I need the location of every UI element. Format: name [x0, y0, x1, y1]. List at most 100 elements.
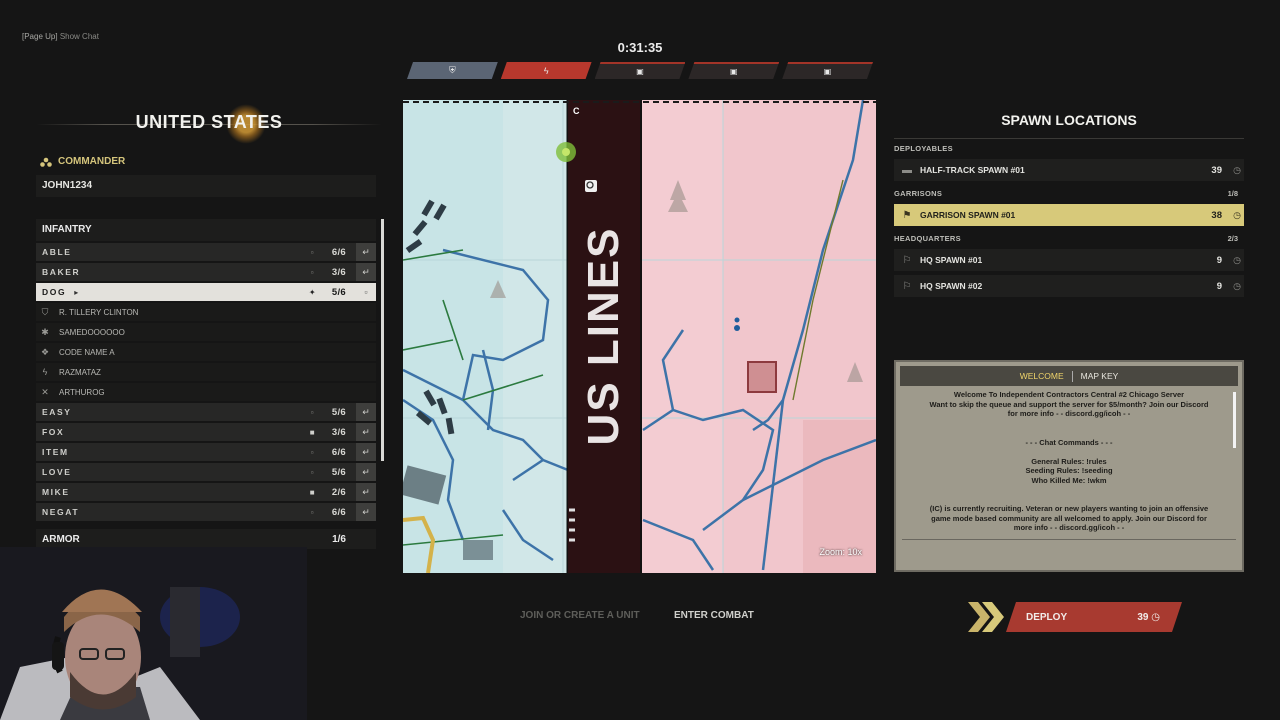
show-chat-hint: [Page Up] Show Chat	[22, 32, 99, 41]
squad-row-negat[interactable]: NEGAT ▫ 6/6 ↵	[36, 503, 376, 521]
faction-title: UNITED STATES	[135, 112, 283, 132]
info-line	[904, 428, 1234, 438]
squad-member[interactable]: ❖ CODE NAME A	[36, 343, 376, 361]
enter-combat-button[interactable]: ENTER COMBAT	[674, 610, 754, 621]
join-squad-button[interactable]: ↵	[356, 243, 376, 261]
join-or-create-unit-button[interactable]: JOIN OR CREATE A UNIT	[520, 610, 640, 621]
squad-name: ITEM	[42, 447, 69, 457]
member-name: ARTHUROG	[59, 387, 105, 397]
phase-locked: ▣	[688, 62, 779, 79]
lock-icon: ■	[309, 487, 317, 497]
flag-icon: ⚐	[902, 280, 912, 292]
join-squad-button[interactable]: ↵	[356, 463, 376, 481]
squad-row-easy[interactable]: EASY ▫ 5/6 ↵	[36, 403, 376, 421]
squad-count: 3/6	[331, 426, 346, 438]
squad-row-able[interactable]: ABLE ▫ 6/6 ↵	[36, 243, 376, 261]
tab-map-key[interactable]: MAP KEY	[1081, 371, 1119, 381]
phase-locked: ▣	[782, 62, 873, 79]
deploy-countdown: 39	[1137, 611, 1149, 623]
squad-member[interactable]: ✕ ARTHUROG	[36, 383, 376, 401]
clock-icon: ◷	[1233, 254, 1241, 265]
faction-header: UNITED STATES	[36, 104, 382, 144]
join-squad-button[interactable]: ↵	[356, 263, 376, 281]
chevrons-icon	[968, 602, 1004, 632]
lock-icon: ▣	[823, 67, 832, 76]
squad-row-dog[interactable]: DOG ▸ ✦ 5/6 ▫	[36, 283, 376, 301]
unit-list-scrollbar[interactable]	[381, 219, 384, 461]
member-name: CODE NAME A	[59, 347, 115, 357]
squad-leader-icon: ✦	[308, 287, 318, 297]
squad-name: EASY	[42, 407, 72, 417]
armor-count: 1/6	[332, 533, 346, 545]
spawn-locations-title: SPAWN LOCATIONS	[1001, 112, 1137, 128]
member-name: SAMEDOOOOOO	[59, 327, 125, 337]
commander-name[interactable]: JOHN1234	[36, 175, 376, 197]
armor-header[interactable]: ARMOR 1/6	[36, 529, 376, 549]
squad-member[interactable]: ✱ SAMEDOOOOOO	[36, 323, 376, 341]
infantry-header: INFANTRY	[36, 219, 376, 241]
armor-label: ARMOR	[42, 533, 80, 545]
info-line: for more info - - discord.gg/icoh - -	[1007, 409, 1131, 418]
tab-welcome[interactable]: WELCOME	[1020, 371, 1064, 381]
tactical-map[interactable]: C US LINES Zoom: 10x	[403, 100, 876, 573]
join-squad-button[interactable]: ↵	[356, 403, 376, 421]
divider	[902, 539, 1236, 540]
info-tabs: WELCOME MAP KEY	[900, 366, 1238, 386]
squad-name: BAKER	[42, 267, 81, 277]
hint-key: [Page Up]	[22, 32, 58, 41]
info-line: (IC) is currently recruiting. Veteran or…	[929, 504, 1209, 513]
squad-member[interactable]: ϟ RAZMATAZ	[36, 363, 376, 381]
lock-icon: ▣	[636, 67, 644, 76]
unlock-icon: ▫	[310, 267, 316, 277]
spawn-timer: 9	[1216, 254, 1222, 266]
clock-icon: ◷	[1233, 280, 1241, 291]
lock-icon: ■	[309, 427, 317, 437]
group-count: 1/8	[1227, 189, 1238, 198]
us-lines-banner: US LINES	[579, 226, 628, 446]
phase-locked: ▣	[595, 62, 686, 79]
squad-member[interactable]: ⛉ R. TILLERY CLINTON	[36, 303, 376, 321]
info-line: more info - - discord.gg/icoh - -	[1013, 523, 1125, 532]
join-squad-button[interactable]: ↵	[356, 483, 376, 501]
group-count: 2/3	[1227, 234, 1238, 243]
info-line: Who Killed Me: !wkm	[1031, 475, 1107, 485]
squad-name: MIKE	[42, 487, 70, 497]
info-line	[904, 495, 1234, 505]
info-scrollbar[interactable]	[1233, 392, 1236, 448]
info-line: Want to skip the queue and support the s…	[929, 399, 1209, 409]
lock-icon: ▣	[730, 67, 738, 76]
squad-name: NEGAT	[42, 507, 80, 517]
spawn-garrison-01[interactable]: ⚑ GARRISON SPAWN #01 38 ◷	[894, 204, 1244, 226]
map-terrain	[403, 100, 876, 573]
spawn-halftrack-01[interactable]: ▬ HALF-TRACK SPAWN #01 39 ◷	[894, 159, 1244, 181]
unlock-icon: ▫	[310, 407, 316, 417]
divider	[1071, 370, 1073, 382]
join-squad-button[interactable]: ↵	[356, 443, 376, 461]
info-line	[904, 447, 1234, 457]
squad-row-fox[interactable]: FOX ■ 3/6 ↵	[36, 423, 376, 441]
squad-count: 6/6	[331, 446, 346, 458]
expand-arrow-icon: ▸	[74, 287, 80, 297]
squad-row-love[interactable]: LOVE ▫ 5/6 ↵	[36, 463, 376, 481]
group-label: HEADQUARTERS	[894, 234, 961, 243]
divider	[894, 138, 1244, 139]
objective-phase-bar: ⛨ ϟ ▣ ▣ ▣	[407, 62, 873, 80]
join-squad-button[interactable]: ↵	[356, 423, 376, 441]
join-squad-button[interactable]: ↵	[356, 503, 376, 521]
headquarters-header: HEADQUARTERS 2/3	[894, 234, 1244, 243]
info-line: game mode based community are all welcom…	[931, 513, 1207, 523]
flag-icon: ⚐	[902, 254, 912, 266]
deploy-button[interactable]: DEPLOY 39 ◷	[968, 602, 1182, 632]
squad-row-baker[interactable]: BAKER ▫ 3/6 ↵	[36, 263, 376, 281]
deploy-body[interactable]: DEPLOY 39 ◷	[1006, 602, 1182, 632]
phase-attack: ϟ	[501, 62, 592, 79]
squad-name: LOVE	[42, 467, 72, 477]
leave-squad-button[interactable]: ▫	[356, 283, 376, 301]
squad-row-item[interactable]: ITEM ▫ 6/6 ↵	[36, 443, 376, 461]
spawn-hq-01[interactable]: ⚐ HQ SPAWN #01 9 ◷	[894, 249, 1244, 271]
spawn-hq-02[interactable]: ⚐ HQ SPAWN #02 9 ◷	[894, 275, 1244, 297]
squad-row-mike[interactable]: MIKE ■ 2/6 ↵	[36, 483, 376, 501]
deployables-header: DEPLOYABLES	[894, 144, 1244, 153]
garrison-icon: ⚑	[902, 209, 912, 221]
lightning-icon: ϟ	[543, 65, 549, 76]
